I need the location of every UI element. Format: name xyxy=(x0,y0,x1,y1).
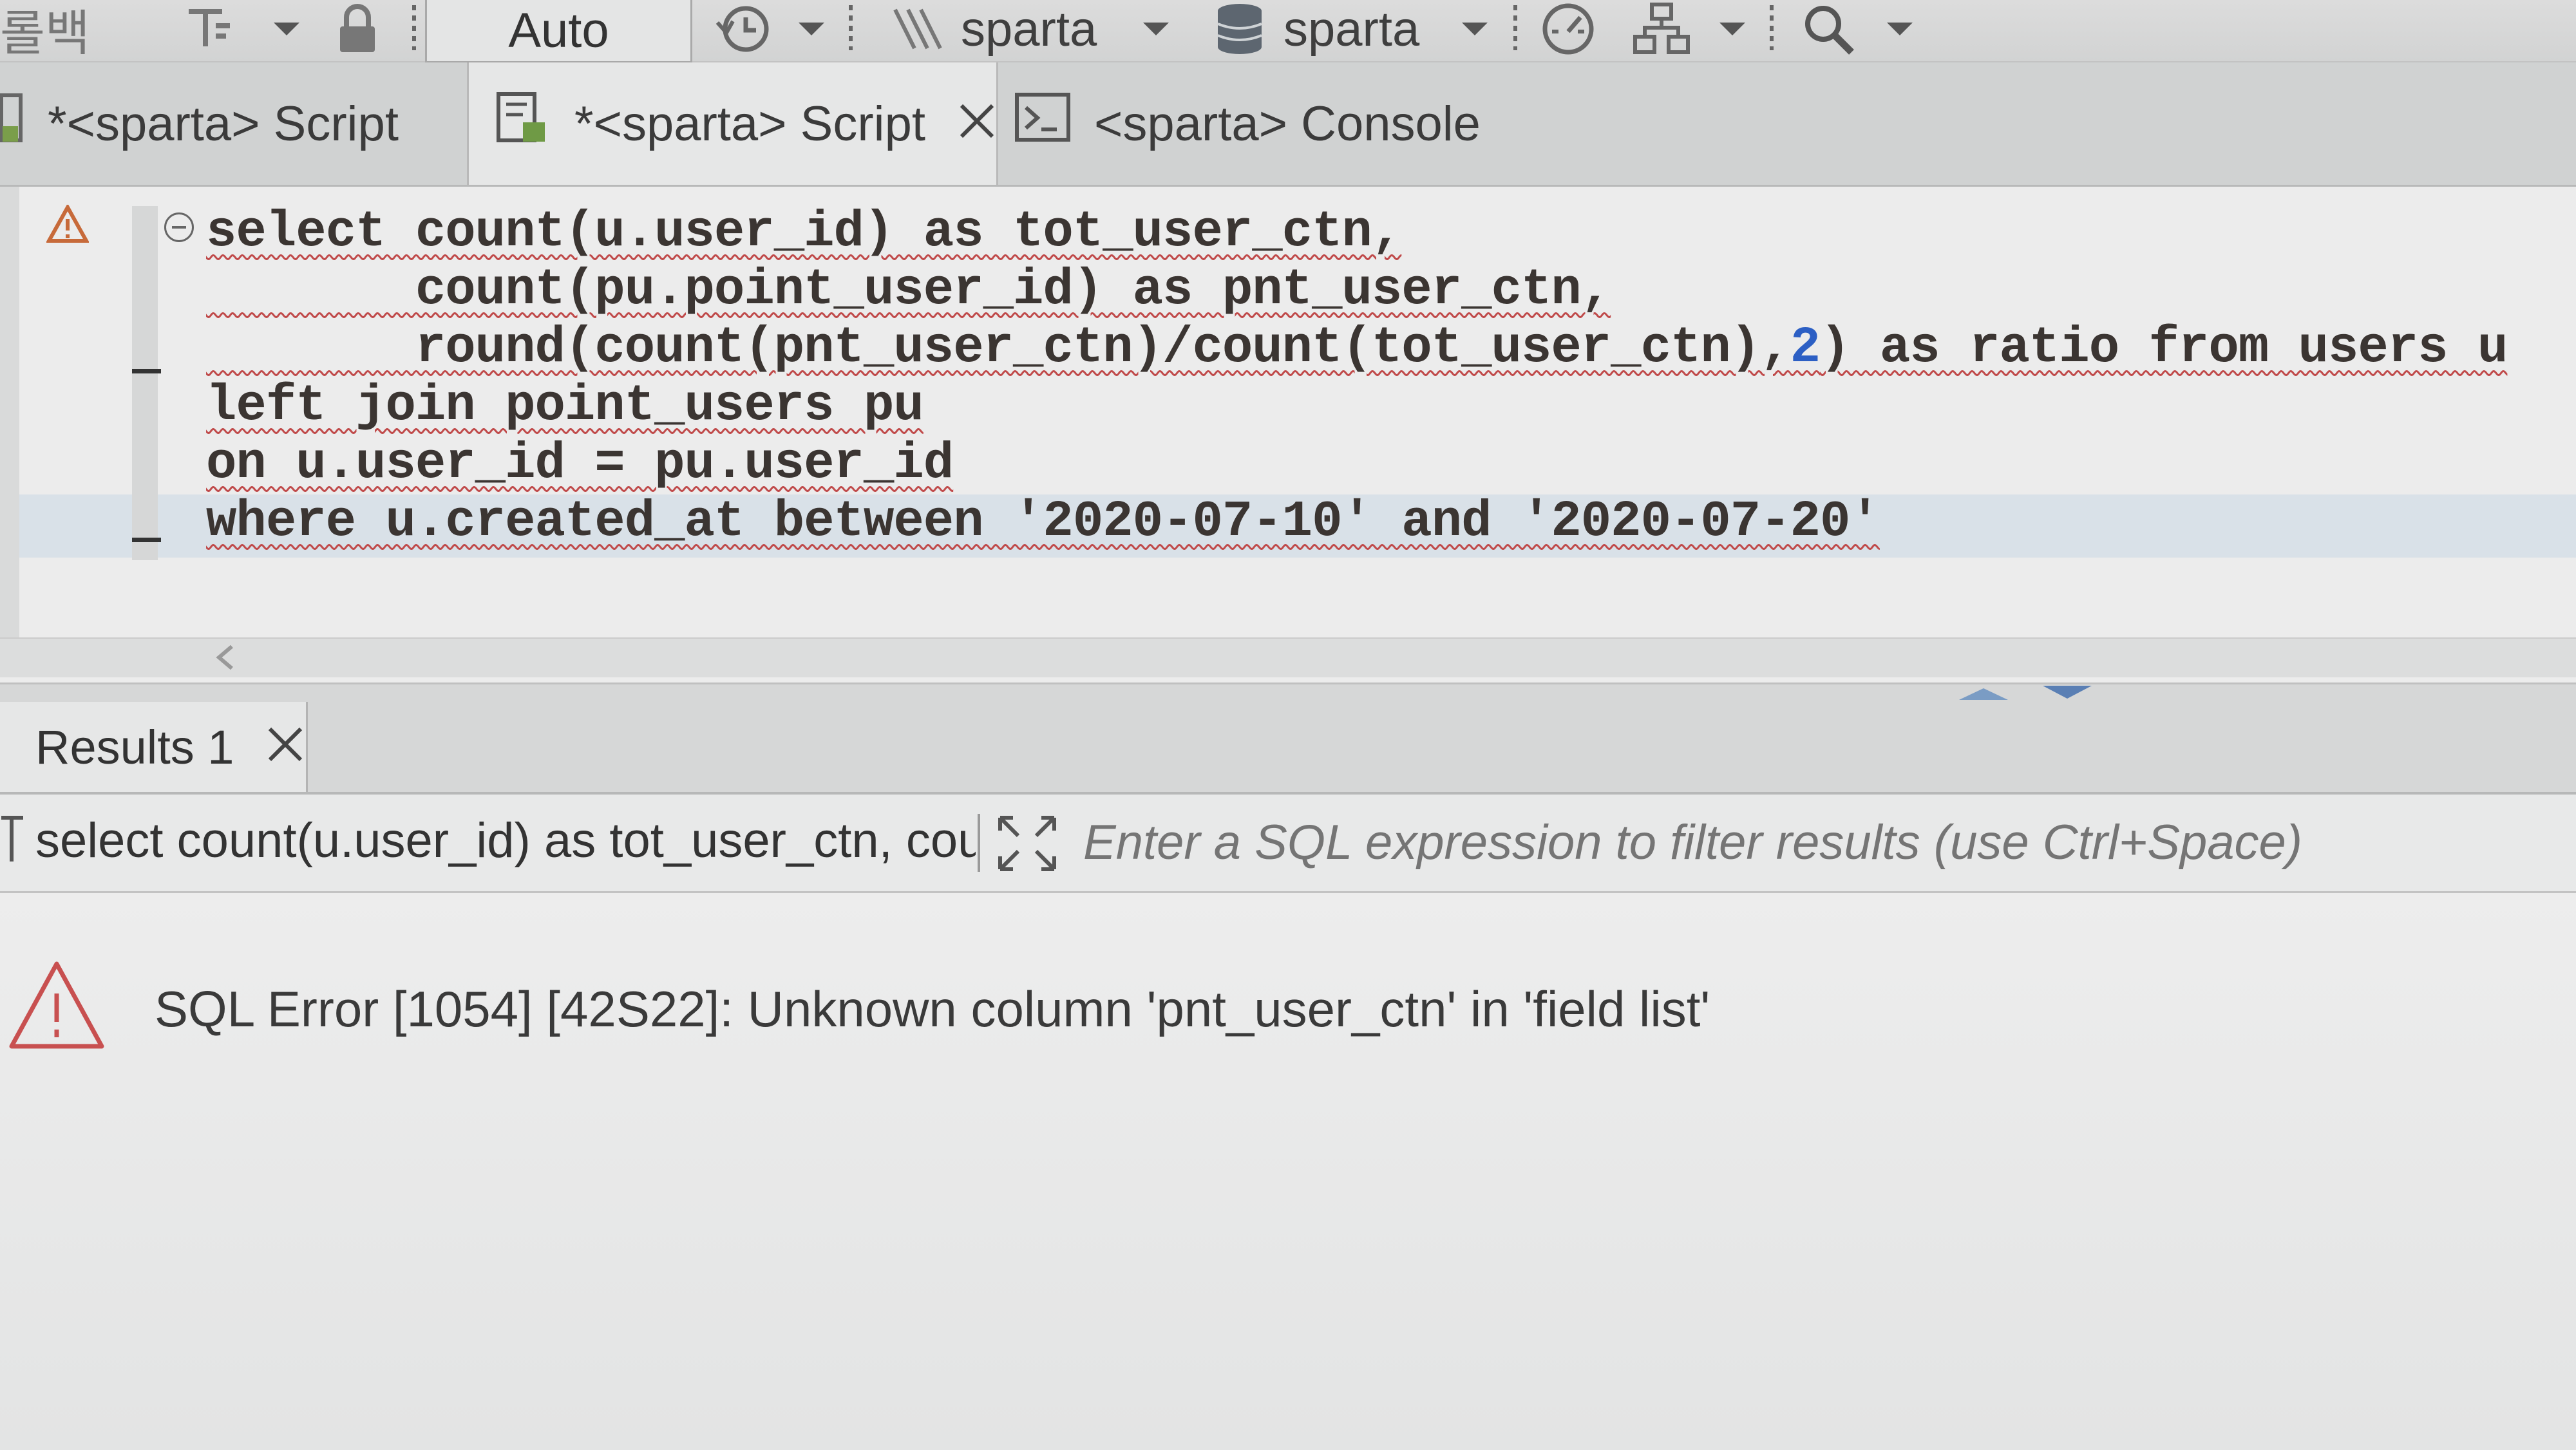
rollback-button[interactable]: 롤백 xyxy=(0,0,90,61)
collapse-toggle-icon[interactable] xyxy=(164,212,194,242)
scroll-left-icon[interactable] xyxy=(213,643,238,675)
tab-console[interactable]: <sparta> Console xyxy=(1014,62,1530,185)
dashboard-icon[interactable] xyxy=(1539,0,1597,58)
code-line: on u.user_id = pu.user_id xyxy=(206,435,954,493)
error-warning-icon xyxy=(5,957,108,1057)
results-filter-bar: select count(u.user_id) as tot_user_ctn,… xyxy=(0,795,2576,893)
transaction-mode-label: Auto xyxy=(508,3,609,58)
schema-icon xyxy=(893,8,942,50)
code-number-literal: 2 xyxy=(1790,319,1821,377)
code-line: select count(u.user_id) as tot_user_ctn, xyxy=(206,203,1402,261)
history-icon[interactable] xyxy=(715,0,773,58)
sql-editor[interactable]: select count(u.user_id) as tot_user_ctn,… xyxy=(0,187,2576,683)
database-label: sparta xyxy=(1283,1,1420,57)
tab-label: <sparta> Console xyxy=(1094,96,1481,151)
database-selector[interactable]: sparta xyxy=(1214,0,1419,58)
schema-dropdown[interactable] xyxy=(1143,0,1169,58)
editor-ruler xyxy=(132,206,158,560)
code-line: round(count(pnt_user_ctn)/count(tot_user… xyxy=(206,319,2508,377)
editor-horizontal-scrollbar[interactable] xyxy=(0,637,2576,677)
tab-label: *<sparta> Script xyxy=(574,96,925,151)
ruler-mark xyxy=(132,538,161,542)
database-icon xyxy=(1217,4,1262,54)
format-dropdown[interactable] xyxy=(274,0,299,58)
database-dropdown[interactable] xyxy=(1462,0,1488,58)
toolbar-divider xyxy=(1770,5,1774,50)
code-line: left join point_users pu xyxy=(206,377,924,435)
error-message: SQL Error [1054] [42S22]: Unknown column… xyxy=(155,981,1710,1037)
code-text: ) as ratio from users u xyxy=(1820,319,2508,377)
search-dropdown[interactable] xyxy=(1887,0,1913,58)
sql-script-icon xyxy=(495,89,553,158)
sql-text-icon xyxy=(0,814,26,869)
editor-left-margin xyxy=(0,187,19,676)
tab-results-1[interactable]: Results 1 xyxy=(0,702,308,792)
code-text: round(count(pnt_user_ctn)/count(tot_user… xyxy=(206,319,1791,377)
close-icon[interactable] xyxy=(266,720,305,775)
chevron-down-icon xyxy=(799,23,824,35)
warning-icon xyxy=(45,203,90,247)
tab-script-1[interactable]: *<sparta> Script xyxy=(0,62,467,185)
main-toolbar: 롤백 Auto sparta sparta xyxy=(0,0,2576,63)
filter-divider xyxy=(978,814,980,872)
hierarchy-dropdown[interactable] xyxy=(1719,0,1745,58)
toolbar-divider xyxy=(412,5,416,50)
results-tab-label: Results 1 xyxy=(35,720,234,774)
code-line: where u.created_at between '2020-07-10' … xyxy=(206,493,1880,551)
chevron-down-icon xyxy=(274,23,299,35)
sql-script-icon xyxy=(0,89,26,158)
editor-tab-bar: *<sparta> Script *<sparta> Script <spart… xyxy=(0,62,2576,187)
lock-icon[interactable] xyxy=(335,0,380,58)
chevron-down-icon xyxy=(1462,23,1488,35)
format-icon[interactable] xyxy=(184,0,235,58)
tab-script-2[interactable]: *<sparta> Script xyxy=(467,62,998,185)
results-tab-bar: Results 1 xyxy=(0,702,2576,795)
history-dropdown[interactable] xyxy=(799,0,824,58)
results-panel: SQL Error [1054] [42S22]: Unknown column… xyxy=(0,893,2576,1450)
close-icon[interactable] xyxy=(958,96,996,152)
hierarchy-icon[interactable] xyxy=(1633,0,1690,58)
schema-selector[interactable]: sparta xyxy=(889,0,1097,58)
chevron-down-icon xyxy=(1143,23,1169,35)
expand-icon[interactable] xyxy=(995,813,1059,878)
search-icon[interactable] xyxy=(1800,0,1858,58)
panel-splitter[interactable] xyxy=(0,683,2576,704)
rollback-label: 롤백 xyxy=(0,6,90,61)
chevron-down-icon xyxy=(1887,23,1913,35)
tab-label: *<sparta> Script xyxy=(48,96,399,151)
schema-label: sparta xyxy=(961,1,1097,57)
console-icon xyxy=(1014,92,1072,155)
filter-input[interactable] xyxy=(1082,814,2501,871)
ruler-mark xyxy=(132,369,161,373)
toolbar-divider xyxy=(849,5,853,50)
chevron-down-icon xyxy=(1719,23,1745,35)
query-preview-text: select count(u.user_id) as tot_user_ctn,… xyxy=(35,813,976,868)
toolbar-divider xyxy=(1513,5,1517,50)
code-line: count(pu.point_user_id) as pnt_user_ctn, xyxy=(206,261,1611,319)
transaction-mode-button[interactable]: Auto xyxy=(425,0,692,63)
